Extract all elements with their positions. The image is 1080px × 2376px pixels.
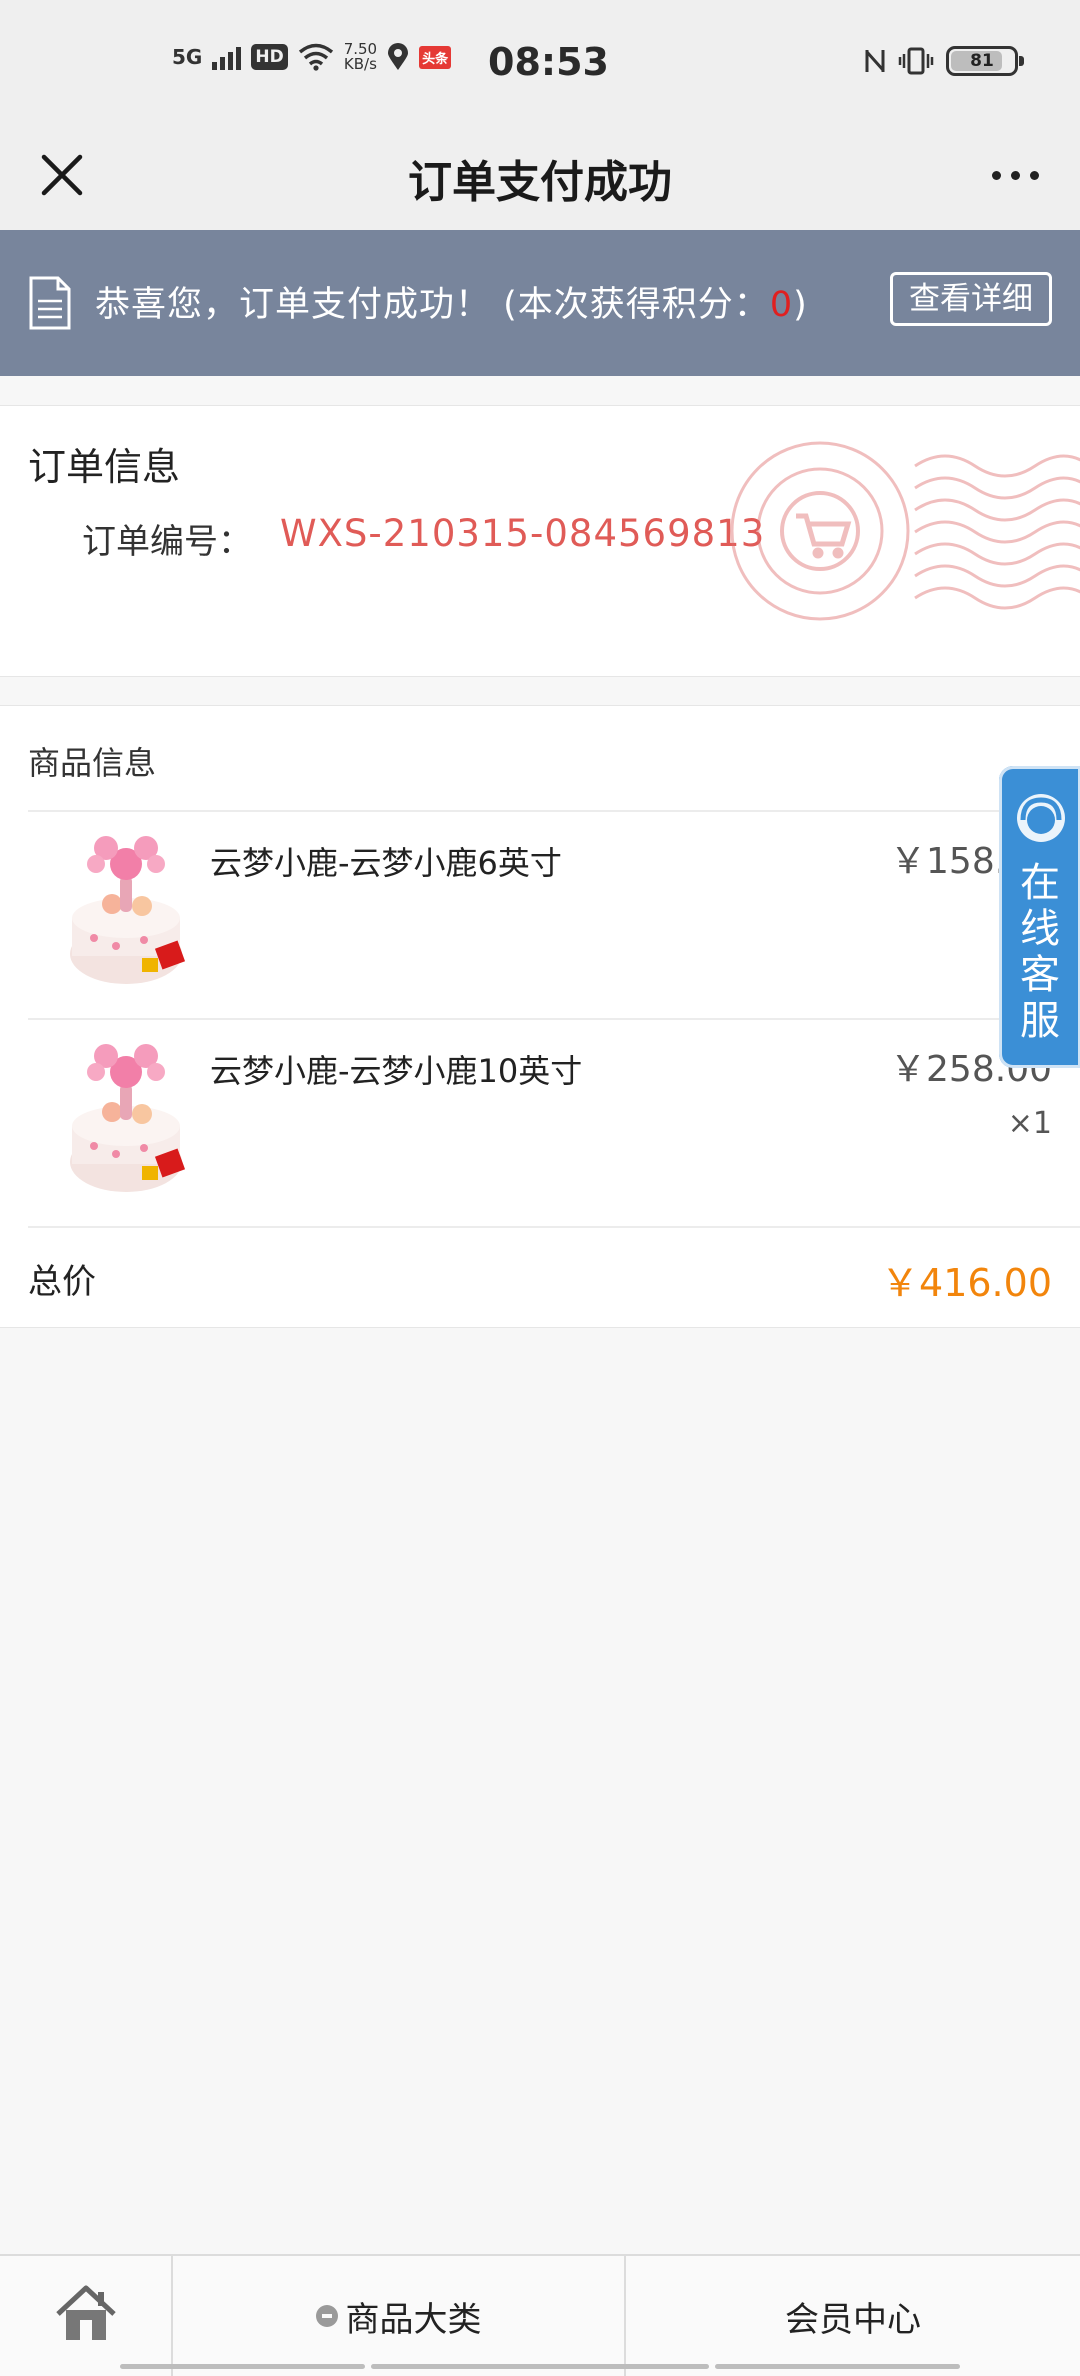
headset-icon [1017, 794, 1065, 842]
goods-item[interactable]: 云梦小鹿-云梦小鹿10英寸 ￥258.00 ×1 [28, 1020, 1080, 1226]
network-type: 5G [172, 45, 203, 69]
battery-icon: 81 [946, 46, 1024, 76]
more-options-icon[interactable] [980, 150, 1050, 200]
goods-info-title: 商品信息 [28, 744, 157, 782]
hd-badge: HD [251, 44, 288, 70]
menu-dot-icon [315, 2305, 338, 2327]
points-value: 0 [769, 285, 794, 325]
tab-member-center[interactable]: 会员中心 [626, 2256, 1080, 2376]
tab-categories[interactable]: 商品大类 [173, 2256, 626, 2376]
bottom-tab-bar: 商品大类 会员中心 [0, 2254, 1080, 2376]
goods-item[interactable]: 云梦小鹿-云梦小鹿6英寸 ￥158.00 [28, 812, 1080, 1018]
goods-name: 云梦小鹿-云梦小鹿6英寸 [210, 844, 562, 882]
vibrate-icon [898, 47, 934, 75]
success-message: 恭喜您，订单支付成功！ (本次获得积分：0) [95, 276, 808, 327]
gesture-bar [120, 2364, 365, 2369]
nav-bar: 订单支付成功 [0, 120, 1080, 230]
network-speed: 7.50 KB/s [344, 42, 377, 72]
home-icon [56, 2285, 116, 2340]
success-text: 恭喜您，订单支付成功！ [95, 285, 492, 325]
clock: 08:53 [488, 40, 609, 84]
service-char: 服 [1020, 998, 1060, 1044]
points-label: (本次获得积分： [503, 285, 770, 325]
tab-categories-label: 商品大类 [345, 2299, 482, 2340]
battery-level: 81 [970, 51, 994, 71]
cake-thumbnail [70, 1044, 186, 1192]
tab-member-label: 会员中心 [785, 2299, 921, 2340]
divider [28, 1226, 1080, 1228]
online-service-label: 在 线 客 服 [999, 860, 1080, 1044]
view-details-button[interactable]: 查看详细 [890, 272, 1052, 326]
total-price: ￥416.00 [881, 1261, 1052, 1305]
order-info-card: 订单信息 订单编号： WXS-210315-084569813 [0, 405, 1080, 677]
document-icon [29, 276, 71, 330]
service-char: 线 [1020, 906, 1060, 952]
gesture-bar [715, 2364, 960, 2369]
online-service-button[interactable]: 在 线 客 服 [999, 766, 1080, 1068]
news-app-icon: 头条 [419, 45, 452, 69]
goods-qty: ×1 [1007, 1106, 1052, 1141]
page-title: 订单支付成功 [408, 157, 672, 208]
status-left: 5G HD 7.50 KB/s 头条 [172, 42, 452, 72]
location-icon [388, 43, 409, 70]
order-number-label: 订单编号： [82, 522, 252, 562]
speed-unit: KB/s [343, 55, 377, 73]
points-suffix: ) [793, 285, 808, 325]
goods-name: 云梦小鹿-云梦小鹿10英寸 [210, 1052, 583, 1090]
stamp-watermark-icon [730, 441, 1080, 621]
tab-home[interactable] [0, 2256, 173, 2376]
nfc-icon [865, 50, 885, 72]
status-right: 81 [864, 46, 1024, 76]
order-number: WXS-210315-084569813 [280, 512, 766, 555]
service-char: 客 [1020, 952, 1060, 998]
cake-thumbnail [70, 836, 186, 984]
order-info-title: 订单信息 [28, 445, 181, 489]
gesture-bar [371, 2364, 709, 2369]
signal-icon [212, 44, 242, 70]
wifi-icon [298, 43, 333, 71]
goods-info-card: 商品信息 云梦小鹿-云梦小鹿6英寸 ￥158.00 云梦小鹿-云梦小鹿10英寸 … [0, 705, 1080, 1328]
status-bar: 5G HD 7.50 KB/s 头条 08:53 81 [0, 0, 1080, 120]
payment-success-banner: 恭喜您，订单支付成功！ (本次获得积分：0) 查看详细 [0, 230, 1080, 376]
service-char: 在 [1020, 860, 1060, 906]
total-label: 总价 [28, 1262, 96, 1302]
